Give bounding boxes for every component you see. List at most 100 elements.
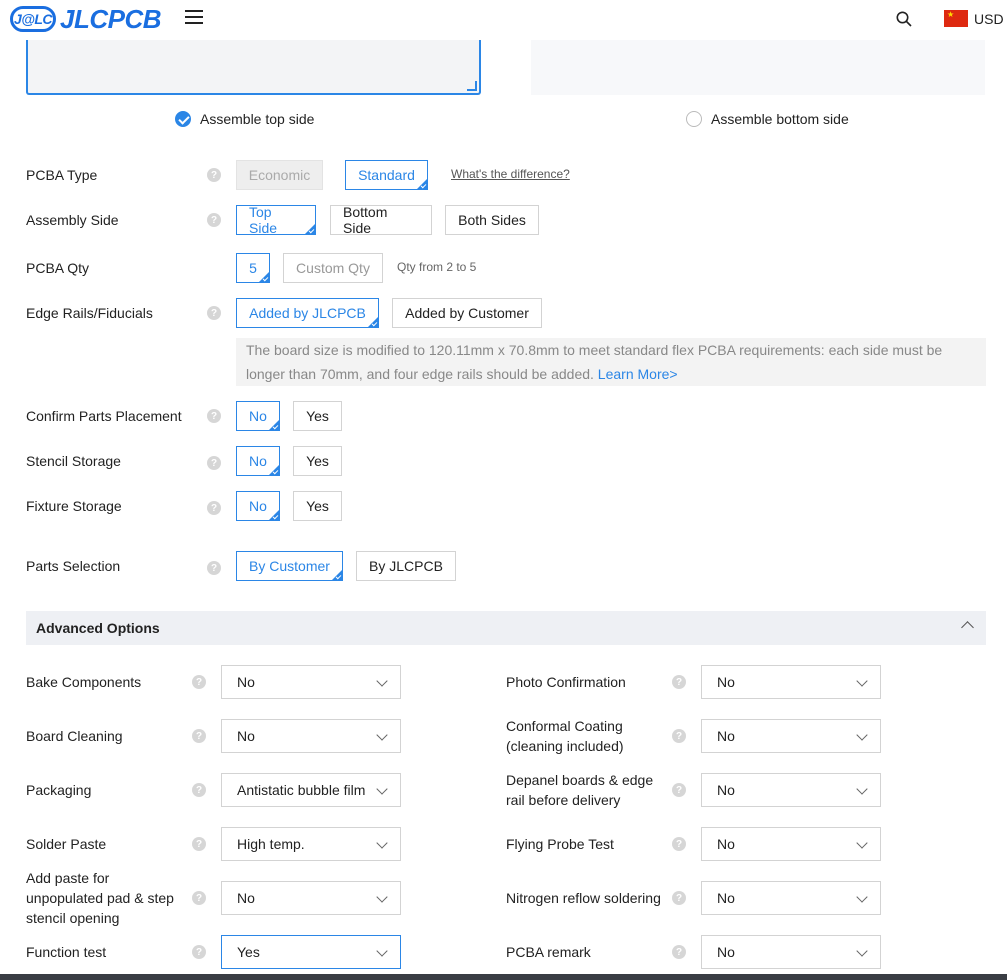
logo-text: JLCPCB xyxy=(60,3,162,34)
select-value: No xyxy=(717,782,735,798)
select-value: Yes xyxy=(237,944,260,960)
help-icon[interactable]: ? xyxy=(672,783,686,797)
option-no[interactable]: No xyxy=(236,491,280,521)
logo-mark: J@LC xyxy=(10,6,56,32)
pcba-remark-select[interactable]: No xyxy=(701,935,881,969)
flying-probe-select[interactable]: No xyxy=(701,827,881,861)
option-yes[interactable]: Yes xyxy=(293,446,342,476)
option-no[interactable]: No xyxy=(236,446,280,476)
radio-label: Assemble top side xyxy=(200,111,315,127)
help-icon[interactable]: ? xyxy=(207,306,221,320)
option-yes[interactable]: Yes xyxy=(293,491,342,521)
help-icon[interactable]: ? xyxy=(207,561,221,575)
chevron-down-icon xyxy=(376,837,388,849)
edge-rails-notice: The board size is modified to 120.11mm x… xyxy=(236,338,986,386)
help-icon[interactable]: ? xyxy=(672,837,686,851)
select-value: No xyxy=(717,836,735,852)
option-no[interactable]: No xyxy=(236,401,280,431)
custom-qty-input[interactable]: Custom Qty xyxy=(283,253,383,283)
select-value: Antistatic bubble film xyxy=(237,782,366,798)
help-icon[interactable]: ? xyxy=(207,213,221,227)
packaging-select[interactable]: Antistatic bubble film xyxy=(221,773,401,807)
pcba-qty-label: PCBA Qty xyxy=(26,260,90,276)
difference-link[interactable]: What's the difference? xyxy=(451,167,570,181)
option-bottom-side[interactable]: Bottom Side xyxy=(330,204,432,236)
option-added-by-jlcpcb[interactable]: Added by JLCPCB xyxy=(236,298,379,328)
function-test-select[interactable]: Yes xyxy=(221,935,401,969)
chevron-down-icon xyxy=(376,675,388,687)
chevron-up-icon[interactable] xyxy=(961,621,974,634)
option-by-jlcpcb[interactable]: By JLCPCB xyxy=(356,551,456,581)
conformal-coating-select[interactable]: No xyxy=(701,719,881,753)
help-icon[interactable]: ? xyxy=(207,501,221,515)
china-flag-icon[interactable] xyxy=(944,10,968,27)
select-value: No xyxy=(717,728,735,744)
select-value: No xyxy=(717,890,735,906)
select-value: No xyxy=(717,944,735,960)
help-icon[interactable]: ? xyxy=(672,729,686,743)
help-icon[interactable]: ? xyxy=(192,729,206,743)
chevron-down-icon xyxy=(856,945,868,957)
help-icon[interactable]: ? xyxy=(672,675,686,689)
radio-checked-icon xyxy=(175,111,191,127)
conformal-coating-label: Conformal Coating (cleaning included) xyxy=(506,718,624,754)
advanced-options-title: Advanced Options xyxy=(36,620,160,636)
qty-option-5[interactable]: 5 xyxy=(236,253,270,283)
photo-confirmation-select[interactable]: No xyxy=(701,665,881,699)
flying-probe-label: Flying Probe Test xyxy=(506,836,614,852)
help-icon[interactable]: ? xyxy=(207,456,221,470)
board-cleaning-select[interactable]: No xyxy=(221,719,401,753)
radio-label: Assemble bottom side xyxy=(711,111,849,127)
chevron-down-icon xyxy=(856,783,868,795)
learn-more-link[interactable]: Learn More> xyxy=(598,366,678,382)
nitrogen-reflow-select[interactable]: No xyxy=(701,881,881,915)
help-icon[interactable]: ? xyxy=(207,409,221,423)
chevron-down-icon xyxy=(856,891,868,903)
select-value: High temp. xyxy=(237,836,305,852)
option-top-side[interactable]: Top Side xyxy=(236,204,316,236)
parts-selection-label: Parts Selection xyxy=(26,558,121,574)
radio-assemble-top[interactable]: Assemble top side xyxy=(175,111,314,127)
currency-selector[interactable]: USD xyxy=(974,11,1004,27)
bottom-bar xyxy=(0,974,1007,980)
option-by-customer[interactable]: By Customer xyxy=(236,551,343,581)
confirm-parts-label: Confirm Parts Placement xyxy=(26,408,182,424)
help-icon[interactable]: ? xyxy=(192,675,206,689)
help-icon[interactable]: ? xyxy=(192,783,206,797)
option-economic[interactable]: Economic xyxy=(236,160,323,190)
bake-components-select[interactable]: No xyxy=(221,665,401,699)
option-yes[interactable]: Yes xyxy=(293,401,342,431)
help-icon[interactable]: ? xyxy=(207,168,221,182)
qty-hint: Qty from 2 to 5 xyxy=(397,260,477,274)
help-icon[interactable]: ? xyxy=(192,837,206,851)
help-icon[interactable]: ? xyxy=(192,945,206,959)
select-value: No xyxy=(237,728,255,744)
pcba-type-label: PCBA Type xyxy=(26,167,98,183)
solder-paste-select[interactable]: High temp. xyxy=(221,827,401,861)
stencil-storage-label: Stencil Storage xyxy=(26,453,121,469)
pcba-remark-label: PCBA remark xyxy=(506,944,591,960)
search-icon[interactable] xyxy=(896,11,912,27)
depanel-select[interactable]: No xyxy=(701,773,881,807)
remark-textarea[interactable] xyxy=(26,40,481,95)
help-icon[interactable]: ? xyxy=(672,945,686,959)
help-icon[interactable]: ? xyxy=(672,891,686,905)
chevron-down-icon xyxy=(856,837,868,849)
chevron-down-icon xyxy=(376,783,388,795)
jlcpcb-logo[interactable]: J@LC JLCPCB xyxy=(10,3,162,34)
option-added-by-customer[interactable]: Added by Customer xyxy=(392,298,542,328)
hamburger-menu-icon[interactable] xyxy=(185,10,203,24)
help-icon[interactable]: ? xyxy=(192,891,206,905)
board-cleaning-label: Board Cleaning xyxy=(26,728,123,744)
chevron-down-icon xyxy=(856,675,868,687)
assembly-side-label: Assembly Side xyxy=(26,212,119,228)
option-standard[interactable]: Standard xyxy=(345,160,428,190)
add-paste-label: Add paste for unpopulated pad & step ste… xyxy=(26,870,174,926)
radio-assemble-bottom[interactable]: Assemble bottom side xyxy=(686,111,849,127)
advanced-options-header[interactable]: Advanced Options xyxy=(26,611,986,645)
add-paste-select[interactable]: No xyxy=(221,881,401,915)
option-both-sides[interactable]: Both Sides xyxy=(445,205,539,235)
select-value: No xyxy=(717,674,735,690)
function-test-label: Function test xyxy=(26,944,107,960)
chevron-down-icon xyxy=(376,891,388,903)
